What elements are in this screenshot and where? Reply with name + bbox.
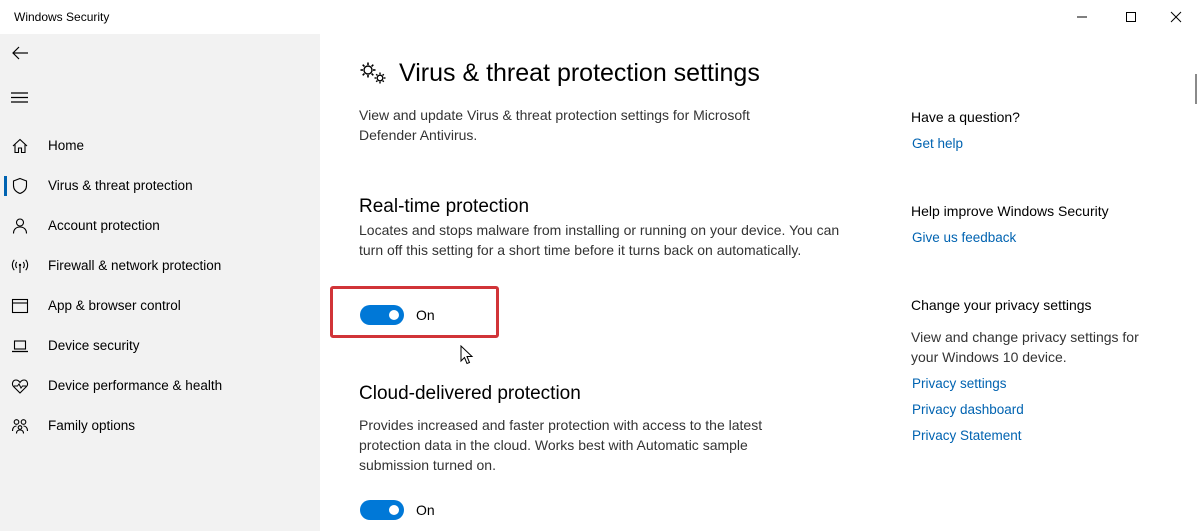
maximize-icon [1126,12,1136,22]
sidebar-item-label: Family options [48,418,136,433]
privacy-settings-link[interactable]: Privacy settings [912,376,1007,391]
sidebar-item-label: Account protection [48,218,160,233]
cloud-protection-title: Cloud-delivered protection [359,383,581,404]
sidebar-item-label: Device security [48,338,140,353]
sidebar-item-family-options[interactable]: Family options [0,406,320,446]
cloud-protection-description: Provides increased and faster protection… [359,417,763,473]
sidebar-item-label: Firewall & network protection [48,258,222,273]
privacy-statement-link[interactable]: Privacy Statement [912,428,1022,443]
minimize-button[interactable] [1059,0,1105,34]
main-content: Virus & threat protection settings View … [320,34,1197,531]
menu-button[interactable] [9,88,31,108]
maximize-button[interactable] [1108,0,1154,34]
toggle-knob [389,505,399,515]
page-title: Virus & threat protection settings [399,59,760,87]
sidebar-item-firewall-network-protection[interactable]: Firewall & network protection [0,246,320,286]
hamburger-icon [11,92,28,103]
sidebar-item-label: Virus & threat protection [48,178,193,193]
sidebar-item-label: App & browser control [48,298,181,313]
realtime-protection-state: On [416,307,435,323]
page-description: View and update Virus & threat protectio… [359,107,750,143]
back-button[interactable] [9,42,31,64]
sidebar-item-device-performance-health[interactable]: Device performance & health [0,366,320,406]
privacy-dashboard-link[interactable]: Privacy dashboard [912,402,1024,417]
sidebar-item-app-browser-control[interactable]: App & browser control [0,286,320,326]
sidebar: Home Virus & threat protection Account p… [0,34,320,531]
gears-icon [359,61,389,87]
window-title: Windows Security [14,10,110,24]
highlight-box [330,286,499,338]
realtime-protection-title: Real-time protection [359,196,530,217]
close-button[interactable] [1153,0,1197,34]
realtime-protection-toggle[interactable] [360,305,404,325]
back-arrow-icon [12,46,28,60]
realtime-protection-description: Locates and stops malware from installin… [359,222,840,258]
question-heading: Have a question? [911,109,1020,125]
heart-pulse-icon [11,377,29,395]
selection-indicator [4,176,7,196]
shield-icon [11,177,29,195]
sidebar-item-label: Device performance & health [48,378,223,393]
home-icon [11,137,29,155]
mouse-pointer-icon [460,344,474,365]
person-icon [11,217,29,235]
improve-heading: Help improve Windows Security [911,203,1109,219]
sidebar-item-virus-threat-protection[interactable]: Virus & threat protection [0,166,320,206]
browser-window-icon [11,297,29,315]
toggle-knob [389,310,399,320]
sidebar-item-label: Home [48,138,85,153]
sidebar-item-home[interactable]: Home [0,126,320,166]
privacy-text: View and change privacy settings for you… [911,329,1139,365]
sidebar-item-account-protection[interactable]: Account protection [0,206,320,246]
title-bar: Windows Security [0,0,1197,34]
sidebar-item-device-security[interactable]: Device security [0,326,320,366]
wireless-icon [11,257,29,275]
get-help-link[interactable]: Get help [912,136,963,151]
feedback-link[interactable]: Give us feedback [912,230,1016,245]
cloud-protection-toggle[interactable] [360,500,404,520]
family-icon [11,417,29,435]
minimize-icon [1077,16,1087,18]
laptop-icon [11,337,29,355]
close-icon [1170,11,1182,23]
privacy-heading: Change your privacy settings [911,297,1092,313]
cloud-protection-state: On [416,502,435,518]
